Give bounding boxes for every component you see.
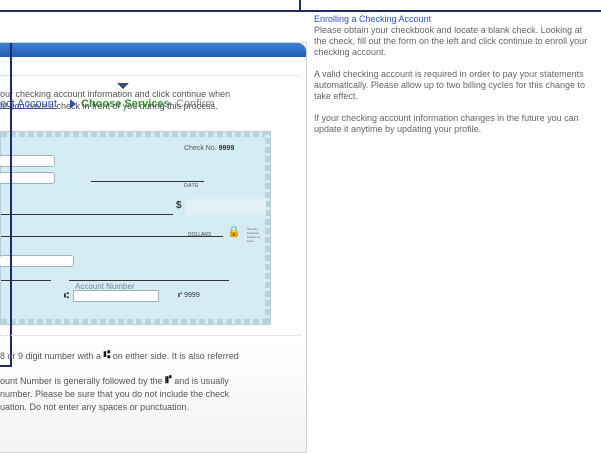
on-us-symbol-icon: ⑈: [165, 374, 172, 386]
desc-text: and is usually: [174, 376, 229, 386]
divider: [0, 75, 300, 76]
intro-text: our checking account information and cli…: [0, 88, 300, 112]
desc-text: ount Number is generally followed by the: [0, 376, 163, 386]
check-number-value: 9999: [218, 145, 235, 152]
sample-check: Check No. 9999 DATE $ DOLLARS 🔒 Security…: [0, 131, 271, 325]
desc-text: on either side. It is also referred: [112, 351, 239, 361]
help-paragraph: Please obtain your checkbook and locate …: [314, 25, 588, 57]
check-border: [265, 132, 270, 324]
payee-line: [1, 214, 173, 215]
modal-border-top: [0, 0, 301, 12]
dollar-sign: $: [176, 200, 182, 211]
lock-icon: 🔒: [227, 226, 241, 238]
account-number-description: ount Number is generally followed by the…: [0, 374, 300, 414]
routing-symbol-icon: ⑆: [103, 349, 111, 361]
enrollment-panel: ect Account Choose Services Confirm our …: [0, 42, 307, 453]
date-line: [91, 181, 204, 182]
check-number: Check No. 9999: [184, 145, 234, 152]
divider: [0, 335, 300, 336]
signature-line: [69, 280, 229, 281]
security-fine-print: Security Features Details on back: [247, 227, 261, 243]
modal-border-rule: [301, 10, 601, 12]
check-number-label: Check No.: [184, 145, 217, 152]
help-paragraph: If your checking account information cha…: [314, 113, 579, 134]
check-number-mark: ⑈ 9999: [178, 292, 200, 299]
date-label: DATE: [184, 183, 199, 189]
amount-box: [186, 199, 266, 215]
desc-text: uation. Do not enter any spaces or punct…: [0, 402, 190, 412]
account-number-input[interactable]: [73, 290, 159, 302]
help-paragraph: A valid checking account is required in …: [314, 69, 585, 101]
routing-symbol-icon: ⑆: [64, 291, 69, 300]
panel-header-bar: [0, 43, 306, 57]
highlight-frame: [0, 43, 12, 367]
help-title: Enrolling a Checking Account: [314, 14, 432, 24]
intro-line: at you have a check in front of you duri…: [0, 101, 218, 111]
check-border: [1, 132, 270, 137]
check-border: [1, 319, 270, 324]
routing-number-description: 8 or 9 digit number with a ⑆ on either s…: [0, 349, 300, 363]
help-sidebar: Enrolling a Checking Account Please obta…: [314, 14, 594, 146]
intro-line: our checking account information and cli…: [0, 89, 231, 99]
desc-text: 8 or 9 digit number with a: [0, 351, 102, 361]
desc-text: number. Please be sure that you do not i…: [0, 389, 230, 399]
dollars-label: DOLLARS: [188, 232, 212, 238]
